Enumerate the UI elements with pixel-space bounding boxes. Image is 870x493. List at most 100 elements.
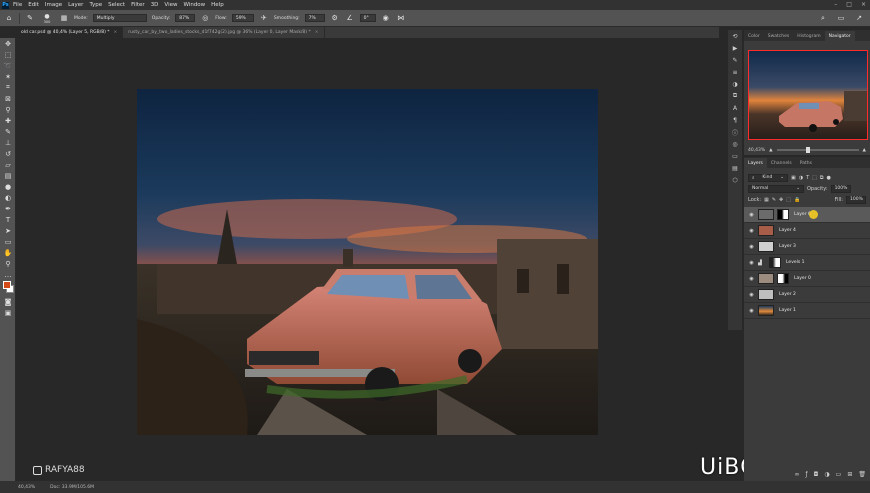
pressure-size-icon[interactable]: ◉ [381, 13, 391, 23]
opacity-field[interactable]: 87% [175, 14, 196, 22]
fill-field[interactable]: 100% [846, 195, 866, 204]
layer-mask-thumbnail[interactable] [777, 209, 789, 220]
gear-icon[interactable]: ⚙ [330, 13, 340, 23]
lock-pixels-icon[interactable]: ✎ [772, 197, 776, 203]
quick-select-tool-icon[interactable]: ✶ [0, 71, 16, 82]
filter-toggle-icon[interactable]: ● [826, 175, 830, 181]
airbrush-icon[interactable]: ✈ [259, 13, 269, 23]
layer-name[interactable]: Layer 3 [779, 244, 796, 249]
new-layer-icon[interactable]: ⊞ [847, 471, 852, 478]
zoom-in-icon[interactable]: ▲ [863, 148, 866, 153]
gradient-tool-icon[interactable]: ▤ [0, 170, 16, 181]
menu-image[interactable]: Image [45, 2, 62, 8]
adjustments-icon[interactable]: ◑ [728, 78, 742, 90]
blend-mode-dropdown[interactable]: Normal ⌄ [748, 184, 804, 193]
brush-preset-picker[interactable]: ● 300 [40, 13, 54, 24]
lock-transparency-icon[interactable]: ▦ [764, 197, 769, 203]
lock-position-icon[interactable]: ✥ [779, 197, 783, 203]
menu-file[interactable]: File [13, 2, 22, 8]
healing-brush-tool-icon[interactable]: ✚ [0, 115, 16, 126]
marquee-tool-icon[interactable]: ⬚ [0, 49, 16, 60]
info-icon[interactable]: ⓘ [728, 126, 742, 138]
crop-tool-icon[interactable]: ⌗ [0, 82, 16, 93]
menu-edit[interactable]: Edit [28, 2, 39, 8]
lasso-tool-icon[interactable]: ➰ [0, 60, 16, 71]
tab-layers[interactable]: Layers [744, 158, 767, 168]
menu-window[interactable]: Window [183, 2, 205, 8]
layer-mask-thumbnail[interactable] [769, 257, 781, 268]
close-icon[interactable]: × [861, 1, 866, 8]
menu-view[interactable]: View [164, 2, 177, 8]
paths-icon[interactable]: ⬡ [728, 174, 742, 186]
tab-paths[interactable]: Paths [796, 158, 816, 168]
layer-mask-thumbnail[interactable] [777, 273, 789, 284]
layer-row[interactable]: ◉ ▟ Levels 1 [744, 255, 870, 271]
properties-icon[interactable]: ≡ [728, 66, 742, 78]
character-icon[interactable]: A [728, 102, 742, 114]
tab-histogram[interactable]: Histogram [793, 31, 824, 41]
glyphs-icon[interactable]: ◎ [728, 138, 742, 150]
eraser-tool-icon[interactable]: ▱ [0, 159, 16, 170]
workspace-icon[interactable]: ▭ [836, 13, 846, 23]
link-icon[interactable]: ∞ [795, 471, 800, 478]
eye-icon[interactable]: ◉ [748, 276, 755, 282]
zoom-slider[interactable] [776, 147, 859, 153]
lock-all-icon[interactable]: 🔒 [794, 197, 800, 203]
kind-filter-dropdown[interactable]: ⌕ Kind ⌄ [748, 173, 788, 182]
layer-row[interactable]: ◉ Layer 4 [744, 223, 870, 239]
home-icon[interactable]: ⌂ [4, 13, 14, 23]
minimize-icon[interactable]: – [834, 1, 837, 8]
timeline-icon[interactable]: ▭ [728, 150, 742, 162]
share-icon[interactable]: ↗ [854, 13, 864, 23]
maximize-icon[interactable]: □ [846, 1, 852, 8]
zoom-slider-handle[interactable] [806, 147, 811, 153]
search-icon[interactable]: ⌕ [818, 13, 828, 23]
lock-artboard-icon[interactable]: ⬚ [786, 197, 791, 203]
actions-icon[interactable]: ▶ [728, 42, 742, 54]
brush-settings-icon[interactable]: ▦ [59, 13, 69, 23]
hand-tool-icon[interactable]: ✋ [0, 247, 16, 258]
type-tool-icon[interactable]: T [0, 214, 16, 225]
layer-name[interactable]: Layer 0 [794, 276, 811, 281]
tab-navigator[interactable]: Navigator [824, 31, 855, 41]
brush-tool-icon[interactable]: ✎ [0, 126, 16, 137]
pen-tool-icon[interactable]: ✒ [0, 203, 16, 214]
layer-opacity-field[interactable]: 100% [830, 184, 851, 193]
eye-icon[interactable]: ◉ [748, 292, 755, 298]
eye-icon[interactable]: ◉ [748, 244, 755, 250]
angle-icon[interactable]: ∠ [345, 13, 355, 23]
layer-row[interactable]: ◉ Layer 1 [744, 303, 870, 319]
zoom-out-icon[interactable]: ▲ [769, 148, 772, 153]
flow-field[interactable]: 59% [231, 14, 254, 22]
eye-icon[interactable]: ◉ [748, 260, 755, 266]
libraries-icon[interactable]: ⧉ [728, 90, 742, 102]
eye-icon[interactable]: ◉ [748, 308, 755, 314]
menu-type[interactable]: Type [89, 2, 102, 8]
quick-mask-icon[interactable]: ◙ [0, 296, 16, 307]
frame-tool-icon[interactable]: ⊠ [0, 93, 16, 104]
group-folder-icon[interactable]: ▭ [836, 471, 842, 478]
foreground-color-swatch[interactable] [3, 281, 11, 289]
smoothing-field[interactable]: 7% [304, 14, 325, 22]
filter-type-icon[interactable]: T [806, 175, 809, 181]
history-brush-tool-icon[interactable]: ↺ [0, 148, 16, 159]
close-icon[interactable]: × [315, 30, 319, 35]
filter-smart-icon[interactable]: ⧉ [820, 175, 824, 181]
tab-rusty-car[interactable]: rusty_car_by_two_ladies_stocks_d1f742g(2… [123, 27, 325, 38]
adjustment-layer-icon[interactable]: ◑ [824, 471, 829, 478]
filter-pixel-icon[interactable]: ▣ [791, 175, 796, 181]
more-tools-icon[interactable]: … [0, 269, 16, 280]
path-select-tool-icon[interactable]: ➤ [0, 225, 16, 236]
menu-filter[interactable]: Filter [131, 2, 145, 8]
angle-field[interactable]: 0° [359, 14, 376, 22]
symmetry-icon[interactable]: ⋈ [396, 13, 406, 23]
layer-row[interactable]: ◉ Layer 2 [744, 287, 870, 303]
screen-mode-icon[interactable]: ▣ [0, 307, 16, 318]
eye-icon[interactable]: ◉ [748, 228, 755, 234]
layer-comps-icon[interactable]: ▤ [728, 162, 742, 174]
layer-name[interactable]: Layer 2 [779, 292, 796, 297]
menu-layer[interactable]: Layer [68, 2, 83, 8]
brush-tool-icon[interactable]: ✎ [25, 13, 35, 23]
tab-channels[interactable]: Channels [767, 158, 796, 168]
navigator-thumbnail[interactable] [748, 50, 868, 140]
